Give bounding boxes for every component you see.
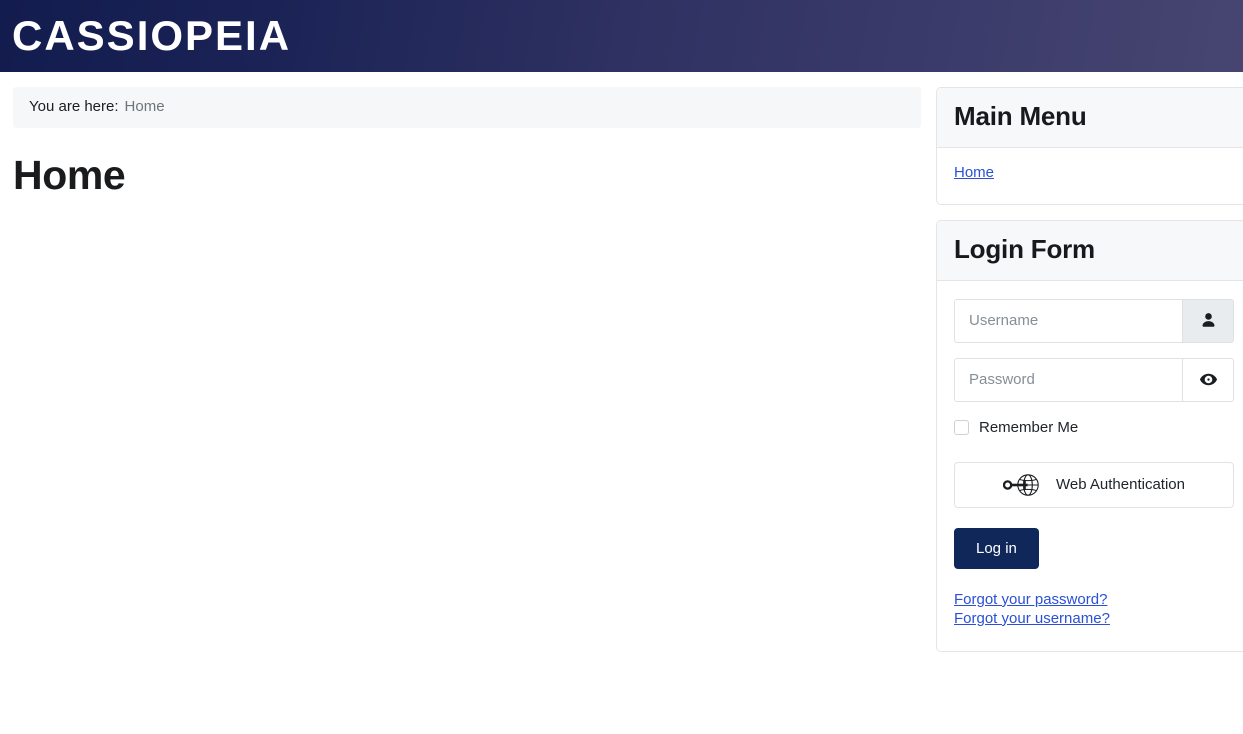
main-menu-header: Main Menu bbox=[937, 88, 1243, 148]
breadcrumb-current-item: Home bbox=[124, 98, 165, 115]
main-menu-list: Home bbox=[954, 164, 1234, 182]
sidebar-item-home[interactable]: Home bbox=[954, 164, 994, 181]
login-submit-button[interactable]: Log in bbox=[954, 527, 1039, 569]
web-authentication-button[interactable]: Web Authentication bbox=[954, 461, 1234, 508]
breadcrumb-prefix-label: You are here: bbox=[29, 98, 119, 115]
list-item: Home bbox=[954, 164, 1234, 182]
main-menu-body: Home bbox=[937, 148, 1243, 204]
page-title: Home bbox=[13, 152, 126, 198]
forgot-username-link[interactable]: Forgot your username? bbox=[954, 610, 1234, 627]
page-container: You are here: Home Home Main Menu Home Lo… bbox=[0, 72, 1243, 652]
login-form-header: Login Form bbox=[937, 220, 1243, 281]
site-brand-logo[interactable]: CASSIOPEIA bbox=[7, 15, 291, 57]
forgot-password-link[interactable]: Forgot your password? bbox=[954, 591, 1234, 608]
remember-me-row: Remember Me bbox=[954, 419, 1234, 436]
eye-icon bbox=[1199, 370, 1218, 389]
web-authentication-label: Web Authentication bbox=[1056, 476, 1185, 494]
remember-me-label: Remember Me bbox=[979, 418, 1079, 436]
module-login-form: Login Form Username Remember Me Web Auth… bbox=[936, 219, 1243, 652]
password-input[interactable] bbox=[954, 357, 1182, 402]
username-input-group bbox=[954, 298, 1234, 343]
toggle-password-visibility-button[interactable] bbox=[1182, 357, 1234, 402]
username-input[interactable] bbox=[954, 298, 1182, 343]
remember-me-checkbox[interactable] bbox=[954, 419, 969, 435]
user-icon bbox=[1200, 312, 1217, 329]
login-form-title: Login Form bbox=[954, 233, 1095, 264]
sidebar: Main Menu Home Login Form Username Remem… bbox=[922, 72, 1243, 652]
login-button-row: Log in bbox=[954, 508, 1234, 569]
main-menu-title: Main Menu bbox=[954, 101, 1087, 131]
site-header: CASSIOPEIA bbox=[0, 0, 1243, 72]
forgot-links-group: Forgot your password? Forgot your userna… bbox=[954, 591, 1234, 627]
password-input-group bbox=[954, 357, 1234, 402]
module-main-menu: Main Menu Home bbox=[936, 87, 1243, 205]
login-form-body: Remember Me bbox=[937, 281, 1243, 651]
breadcrumb: You are here: Home bbox=[13, 87, 921, 128]
username-addon-button[interactable] bbox=[1182, 298, 1234, 343]
main-content-column: You are here: Home Home bbox=[0, 72, 922, 199]
webauthn-key-globe-icon bbox=[1003, 472, 1043, 498]
